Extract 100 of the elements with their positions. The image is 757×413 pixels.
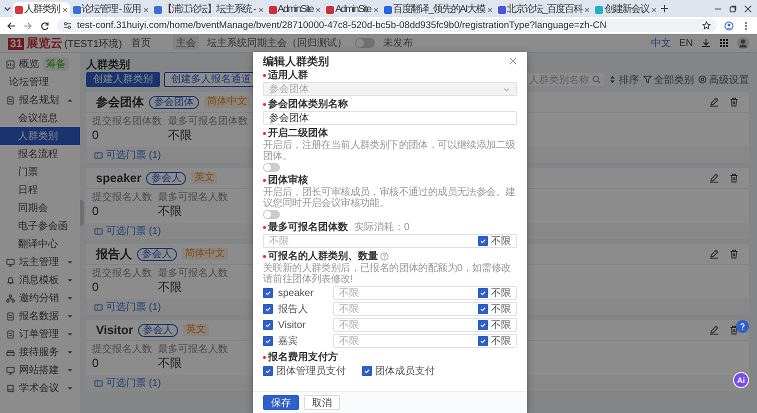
stat-value: 0 bbox=[92, 280, 100, 294]
placeholder-text: 不限 bbox=[339, 319, 360, 332]
sidebar-item[interactable]: 会议信息 bbox=[0, 109, 80, 127]
language-tag: 简体中文 bbox=[204, 96, 250, 108]
browser-tab[interactable]: AdminSite bbox=[266, 2, 324, 17]
ticket-link[interactable]: 可选门票 (1) bbox=[94, 376, 161, 390]
address-field[interactable]: test-conf.31huiyi.com/home/bventManage/bvent/28710000-47c8-520d-bc5b-08dd935fc9b0/registrationType?language=zh-CN bbox=[57, 19, 717, 32]
ticket-link[interactable]: 可选门票 (1) bbox=[94, 224, 161, 238]
placeholder-text: 不限 bbox=[339, 335, 360, 348]
sidebar-item[interactable]: 门票 bbox=[0, 163, 80, 181]
browser-tab[interactable]: AdminSite bbox=[324, 2, 381, 17]
placeholder-text: 不限 bbox=[339, 303, 360, 316]
quota-input[interactable]: 不限 不限 bbox=[333, 286, 517, 300]
sidebar-item[interactable]: 翻译中心 bbox=[0, 235, 80, 253]
field-label: 团体审核 bbox=[268, 175, 308, 186]
sidebar-item[interactable]: 概览 筹备 bbox=[0, 55, 80, 73]
stat-label: 最多可报名人数 bbox=[158, 192, 228, 204]
usage-note: 实际消耗：0 bbox=[354, 222, 410, 233]
browser-tab[interactable]: 北京论坛_百度百科 bbox=[496, 2, 592, 17]
language-option[interactable]: EN bbox=[679, 38, 693, 48]
language-option[interactable]: 中文 bbox=[651, 36, 672, 50]
sidebar-item[interactable]: 论坛管理 bbox=[0, 73, 80, 91]
sidebar-item[interactable]: 坛主管理 bbox=[0, 253, 80, 271]
publish-status: 未发布 bbox=[383, 36, 413, 50]
toolbar-button[interactable]: 全部类别 bbox=[643, 72, 694, 86]
checkbox-label: 不限 bbox=[491, 303, 511, 316]
placeholder-text: 不限 bbox=[339, 287, 360, 300]
sidebar-item[interactable]: 报名规划 bbox=[0, 91, 80, 109]
card-title: 报告人 bbox=[96, 246, 132, 262]
conference-selector[interactable]: 坛主系统同期主会（回归测试） bbox=[207, 36, 347, 50]
toolbar-button[interactable]: 高级设置 bbox=[698, 72, 749, 86]
sidebar-item[interactable]: 同期会 bbox=[0, 199, 80, 217]
sidebar-item[interactable]: 电子参会函 bbox=[0, 217, 80, 235]
stat-value: 不限 bbox=[158, 280, 183, 294]
browser-tab[interactable]: 论坛管理 - 应用 bbox=[70, 2, 151, 17]
limit-input[interactable]: 不限 不限 bbox=[263, 234, 517, 248]
checkbox-label: 团体成员支付 bbox=[375, 364, 435, 378]
ticket-link[interactable]: 可选门票 (1) bbox=[94, 148, 161, 162]
stat-label: 最多可报名人数 bbox=[158, 344, 228, 356]
environment-label: (TEST1环境) bbox=[64, 38, 122, 50]
language-tag: 简体中文 bbox=[182, 248, 228, 260]
sidebar-item[interactable]: 报名数据 bbox=[0, 307, 80, 325]
category-name: 嘉宾 bbox=[278, 334, 299, 348]
card-title: 参会团体 bbox=[96, 94, 144, 110]
field-label: 报名费用支付方 bbox=[268, 352, 338, 363]
category-name: 报告人 bbox=[278, 302, 309, 316]
stat-value: 不限 bbox=[158, 204, 183, 218]
sidebar-item[interactable]: 订单管理 bbox=[0, 325, 80, 343]
quota-input[interactable]: 不限 不限 bbox=[333, 318, 517, 332]
create-button[interactable]: 创建人群类别 bbox=[86, 72, 160, 87]
stat-label: 最多可报名人数 bbox=[158, 268, 228, 280]
browser-tab[interactable]: 创建新会议 bbox=[593, 2, 659, 17]
placeholder-text: 不限 bbox=[269, 235, 290, 248]
sidebar-item[interactable]: 消息模板 bbox=[0, 271, 80, 289]
checkbox-label: 不限 bbox=[491, 319, 511, 332]
language-tag: 英文 bbox=[191, 172, 218, 184]
category-name: Visitor bbox=[278, 320, 307, 330]
browser-tab[interactable]: 【浦江论坛】坛主系统 - bbox=[152, 2, 266, 17]
field-label: 参会团体类别名称 bbox=[268, 99, 348, 110]
cancel-button[interactable]: 取消 bbox=[304, 395, 340, 410]
sidebar-item[interactable]: 日程 bbox=[0, 181, 80, 199]
type-tag: 参会人 bbox=[137, 248, 177, 260]
type-tag: 参会人 bbox=[146, 172, 186, 184]
stat-value: 0 bbox=[92, 356, 100, 370]
checkbox-label: 不限 bbox=[491, 287, 511, 300]
stat-value: 不限 bbox=[158, 356, 183, 370]
sidebar-item[interactable]: 学术会议 bbox=[0, 379, 80, 397]
stat-value: 不限 bbox=[168, 128, 193, 142]
card-title: speaker bbox=[96, 171, 142, 185]
stat-value: 0 bbox=[92, 128, 100, 142]
quota-input[interactable]: 不限 不限 bbox=[333, 302, 517, 316]
home-link[interactable]: 首页 bbox=[131, 36, 151, 50]
page-title: 人群类别 bbox=[86, 58, 130, 71]
checkbox-label: 不限 bbox=[491, 235, 511, 248]
field-hint: 关联新的人群类别后，已报名的团体的配额为0，如需修改请前往团体列表修改! bbox=[263, 263, 512, 285]
field-hint: 开启后，注册在当前人群类别下的团体，可以继续添加二级团体。 bbox=[263, 140, 516, 162]
card-title: Visitor bbox=[96, 323, 134, 337]
type-tag: 参会团体 bbox=[149, 96, 199, 108]
category-name: speaker bbox=[278, 288, 315, 298]
logo-text: 展览云 bbox=[26, 34, 62, 52]
stat-label: 提交报名人数 bbox=[92, 192, 152, 204]
sidebar-item[interactable]: 报名流程 bbox=[0, 145, 80, 163]
status-badge: 筹备 bbox=[43, 57, 69, 71]
browser-tab[interactable]: 人群类别 bbox=[13, 2, 70, 17]
stat-label: 提交报名团体数 bbox=[92, 116, 162, 128]
field-label: 最多可报名团体数 bbox=[268, 222, 348, 233]
sidebar-item[interactable]: 人群类别 bbox=[0, 127, 80, 145]
type-tag: 参会人 bbox=[138, 324, 178, 336]
checkbox-label: 团体管理员支付 bbox=[276, 364, 346, 378]
sidebar-item[interactable]: 邀约分销 bbox=[0, 289, 80, 307]
browser-tab[interactable]: 百度翻译_领先的AI大模 bbox=[382, 2, 495, 17]
toolbar-button[interactable]: 排序 bbox=[608, 72, 639, 86]
dialog-title: 编辑人群类别 bbox=[263, 54, 329, 68]
ticket-link[interactable]: 可选门票 (1) bbox=[94, 300, 161, 314]
sidebar-item[interactable]: 接待服务 bbox=[0, 343, 80, 361]
quota-input[interactable]: 不限 不限 bbox=[333, 334, 517, 348]
name-input[interactable]: 参会团体 bbox=[263, 111, 517, 125]
stat-label: 提交报名人数 bbox=[92, 268, 152, 280]
save-button[interactable]: 保存 bbox=[263, 395, 299, 410]
sidebar-item[interactable]: 网站搭建 bbox=[0, 361, 80, 379]
